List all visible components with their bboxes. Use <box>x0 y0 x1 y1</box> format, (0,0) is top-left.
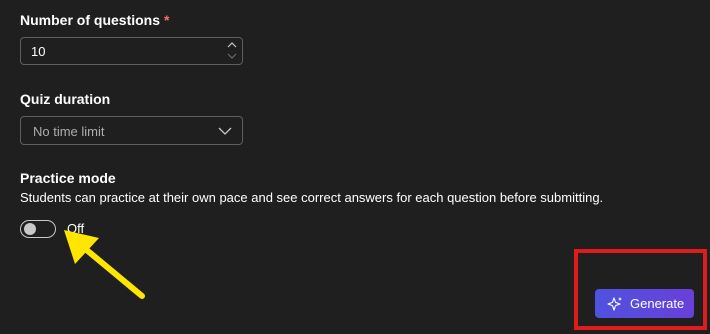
generate-button[interactable]: Generate <box>595 289 694 318</box>
sparkle-icon <box>607 297 622 311</box>
quiz-duration-select[interactable]: No time limit <box>20 116 243 145</box>
chevron-down-icon[interactable] <box>218 125 232 137</box>
generate-button-label[interactable]: Generate <box>630 296 684 311</box>
number-of-questions-label: Number of questions * <box>20 11 169 29</box>
required-marker: * <box>164 12 170 28</box>
number-of-questions-value[interactable]: 10 <box>31 44 45 59</box>
chevron-down-icon[interactable] <box>226 51 238 61</box>
chevron-up-icon[interactable] <box>226 40 238 50</box>
practice-mode-description: Students can practice at their own pace … <box>20 190 604 205</box>
practice-mode-label: Practice mode <box>20 170 116 186</box>
quiz-duration-value[interactable]: No time limit <box>33 124 105 139</box>
number-of-questions-label-text: Number of questions <box>20 12 161 28</box>
number-stepper[interactable] <box>226 40 238 62</box>
toggle-knob[interactable] <box>24 223 36 235</box>
arrow-annotation-icon <box>64 230 145 299</box>
quiz-duration-label: Quiz duration <box>20 91 111 107</box>
practice-mode-toggle[interactable] <box>20 220 56 238</box>
number-of-questions-input[interactable]: 10 <box>20 37 243 65</box>
